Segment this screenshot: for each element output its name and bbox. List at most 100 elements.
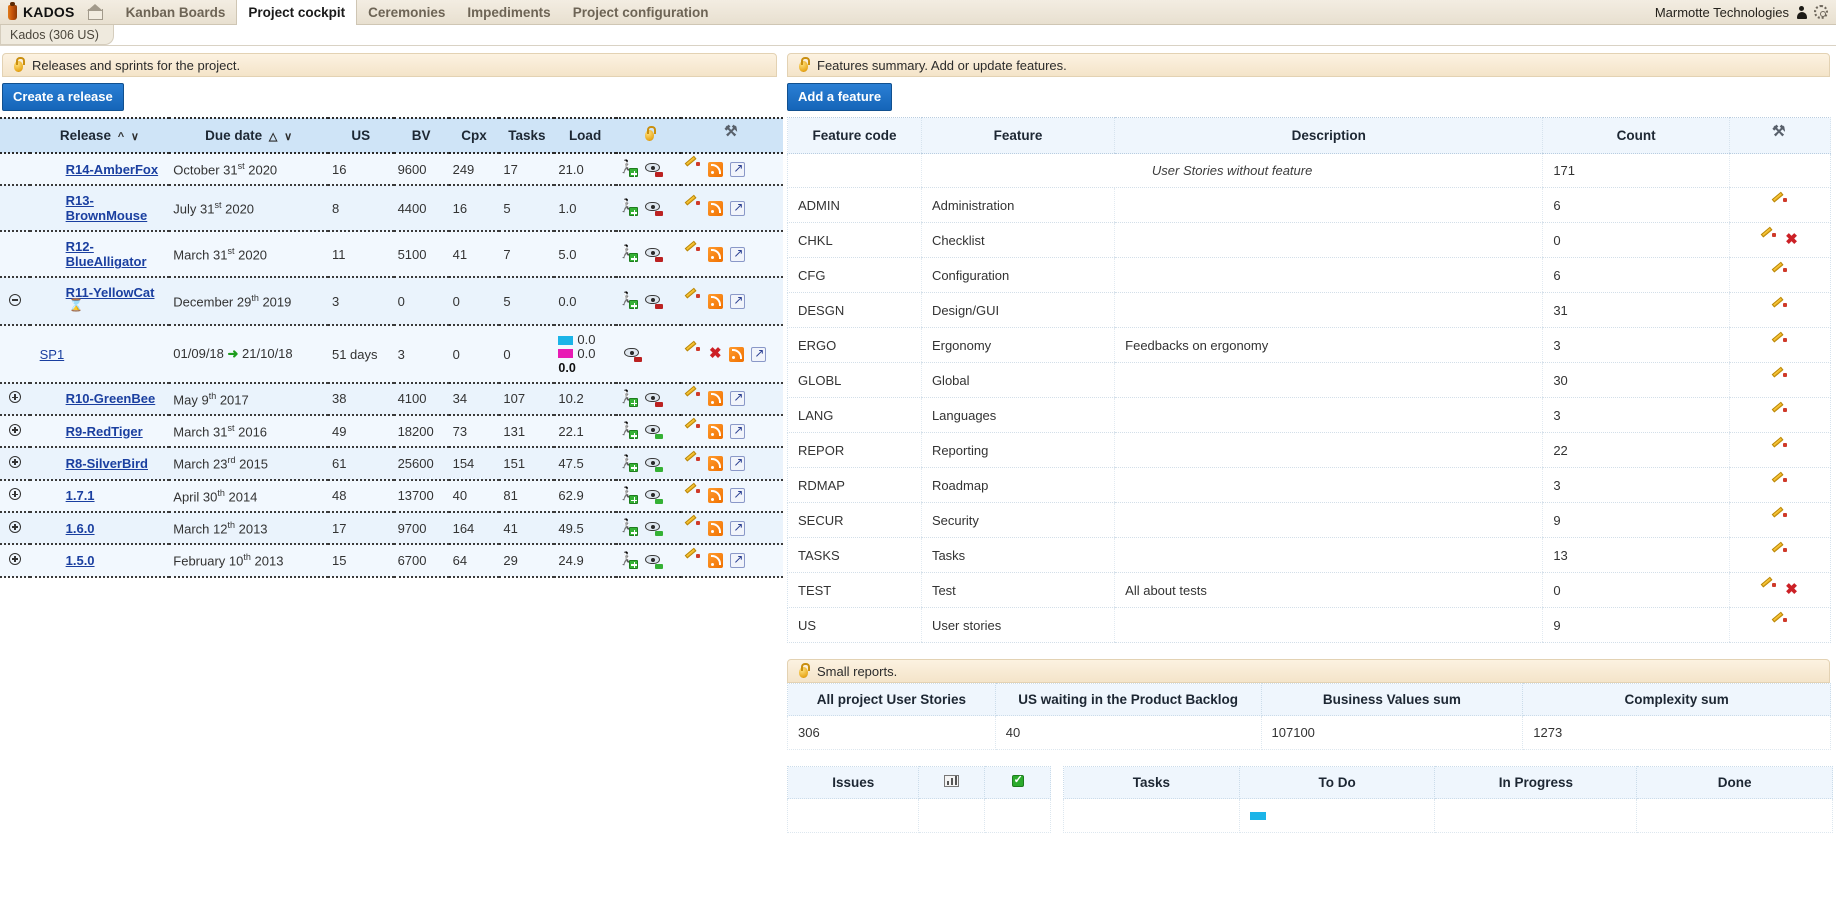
release-link[interactable]: R8-SilverBird [66, 456, 148, 471]
col-feature-count[interactable]: Count [1542, 117, 1730, 154]
col-bv[interactable]: BV [393, 117, 449, 154]
release-name-cell[interactable]: 1.7.1 [29, 479, 170, 514]
rss-icon[interactable] [708, 456, 724, 472]
open-external-icon[interactable] [730, 487, 746, 504]
edit-icon[interactable] [685, 385, 701, 407]
start-sprint-icon[interactable] [620, 391, 638, 407]
release-link[interactable]: R14-AmberFox [66, 162, 158, 177]
table-row[interactable]: REPOR Reporting 22 [787, 432, 1832, 468]
row-expand-cell[interactable] [0, 479, 30, 514]
start-sprint-icon[interactable] [620, 246, 638, 263]
open-external-icon[interactable] [751, 346, 767, 362]
col-us[interactable]: US [327, 117, 394, 154]
col-cpx[interactable]: Cpx [448, 117, 500, 154]
table-row[interactable]: US User stories 9 [787, 607, 1832, 643]
table-row[interactable]: 1.6.0 March 12th 2013 17 9700 164 41 49.… [0, 512, 783, 546]
release-name-cell[interactable]: R14-AmberFox [29, 153, 170, 187]
release-name-cell[interactable]: R11-YellowCat [29, 277, 170, 327]
row-expand-cell[interactable] [0, 447, 30, 481]
edit-icon[interactable] [1771, 401, 1788, 423]
hide-release-icon[interactable] [644, 392, 663, 407]
edit-icon[interactable] [685, 514, 701, 536]
create-release-button[interactable]: Create a release [2, 83, 124, 111]
col-load[interactable]: Load [554, 117, 616, 154]
hide-release-icon[interactable] [644, 162, 663, 178]
start-sprint-icon[interactable] [620, 200, 638, 217]
tab-impediments[interactable]: Impediments [456, 0, 561, 24]
tab-project-configuration[interactable]: Project configuration [562, 0, 720, 24]
edit-icon[interactable] [1771, 366, 1788, 388]
delete-icon[interactable]: ✖ [1784, 232, 1798, 247]
release-link[interactable]: R12-BlueAlligator [66, 239, 147, 269]
edit-icon[interactable] [1771, 191, 1788, 213]
breadcrumb[interactable]: Kados (306 US) [0, 25, 114, 45]
table-row[interactable]: CHKL Checklist 0 ✖ [787, 222, 1832, 258]
start-sprint-icon[interactable] [620, 456, 638, 472]
edit-icon[interactable] [1771, 296, 1788, 318]
release-link[interactable]: 1.6.0 [66, 521, 95, 536]
collapse-minus-icon[interactable] [8, 293, 21, 306]
release-link[interactable]: R10-GreenBee [66, 391, 156, 406]
expand-plus-icon[interactable] [8, 423, 21, 436]
edit-icon[interactable] [685, 482, 701, 504]
start-sprint-icon[interactable] [620, 520, 638, 537]
col-feature-description[interactable]: Description [1114, 117, 1543, 154]
open-external-icon[interactable] [730, 455, 746, 472]
rss-icon[interactable] [708, 246, 724, 262]
table-row[interactable]: R12-BlueAlligator March 31st 2020 11 510… [0, 231, 783, 279]
show-release-icon[interactable] [644, 521, 663, 537]
open-external-icon[interactable] [730, 200, 746, 216]
start-sprint-icon[interactable] [620, 293, 638, 310]
rss-icon[interactable] [708, 391, 724, 407]
row-expand-cell[interactable] [0, 544, 30, 578]
expand-plus-icon[interactable] [8, 553, 21, 566]
edit-icon[interactable] [1771, 471, 1788, 493]
col-feature-name[interactable]: Feature [920, 117, 1115, 154]
edit-icon[interactable] [1771, 261, 1788, 283]
edit-icon[interactable] [685, 155, 701, 177]
release-link[interactable]: 1.5.0 [66, 553, 95, 568]
col-due-date[interactable]: Due date △ ∨ [169, 117, 328, 154]
release-link[interactable]: 1.7.1 [66, 488, 95, 503]
open-external-icon[interactable] [730, 161, 746, 177]
tab-ceremonies[interactable]: Ceremonies [357, 0, 456, 24]
col-release[interactable]: Release ^ ∨ [29, 117, 170, 154]
edit-icon[interactable] [685, 547, 701, 569]
table-row[interactable]: LANG Languages 3 [787, 397, 1832, 433]
release-name-cell[interactable]: R13-BrownMouse [29, 185, 170, 233]
edit-icon[interactable] [1771, 541, 1788, 563]
edit-icon[interactable] [685, 417, 701, 439]
table-row[interactable]: SECUR Security 9 [787, 502, 1832, 538]
rss-icon[interactable] [708, 200, 724, 216]
row-expand-cell[interactable] [0, 415, 30, 449]
table-row[interactable]: R14-AmberFox October 31st 2020 16 9600 2… [0, 153, 783, 187]
gear-icon[interactable] [1814, 5, 1828, 19]
open-external-icon[interactable] [730, 293, 746, 309]
row-collapse-cell[interactable] [0, 277, 30, 327]
expand-plus-icon[interactable] [8, 391, 21, 404]
table-row[interactable]: 1.5.0 February 10th 2013 15 6700 64 29 2… [0, 544, 783, 578]
edit-icon[interactable] [1771, 611, 1788, 633]
release-name-cell[interactable]: 1.6.0 [29, 512, 170, 546]
edit-icon[interactable] [685, 241, 701, 262]
edit-icon[interactable] [685, 288, 701, 309]
sprint-row[interactable]: SP1 01/09/18 ➜ 21/10/18 51 days 3 0 0 0.… [0, 325, 783, 384]
sort-desc-icon[interactable]: ∨ [131, 131, 139, 143]
row-expand-cell[interactable] [0, 382, 30, 417]
edit-icon[interactable] [1761, 226, 1777, 248]
edit-icon[interactable] [685, 340, 701, 362]
rss-icon[interactable] [708, 488, 724, 504]
col-feature-code[interactable]: Feature code [787, 117, 922, 154]
table-row[interactable]: ADMIN Administration 6 [787, 187, 1832, 223]
edit-icon[interactable] [685, 195, 701, 216]
table-row[interactable]: 1.7.1 April 30th 2014 48 13700 40 81 62.… [0, 479, 783, 514]
edit-icon[interactable] [1771, 331, 1788, 353]
table-row[interactable]: ERGO Ergonomy Feedbacks on ergonomy 3 [787, 327, 1832, 363]
rss-icon[interactable] [708, 423, 724, 439]
start-sprint-icon[interactable] [620, 161, 638, 178]
expand-plus-icon[interactable] [8, 488, 21, 501]
tab-kanban-boards[interactable]: Kanban Boards [115, 0, 237, 24]
add-feature-button[interactable]: Add a feature [787, 83, 893, 111]
open-external-icon[interactable] [730, 520, 746, 536]
app-brand[interactable]: KADOS [0, 0, 85, 24]
